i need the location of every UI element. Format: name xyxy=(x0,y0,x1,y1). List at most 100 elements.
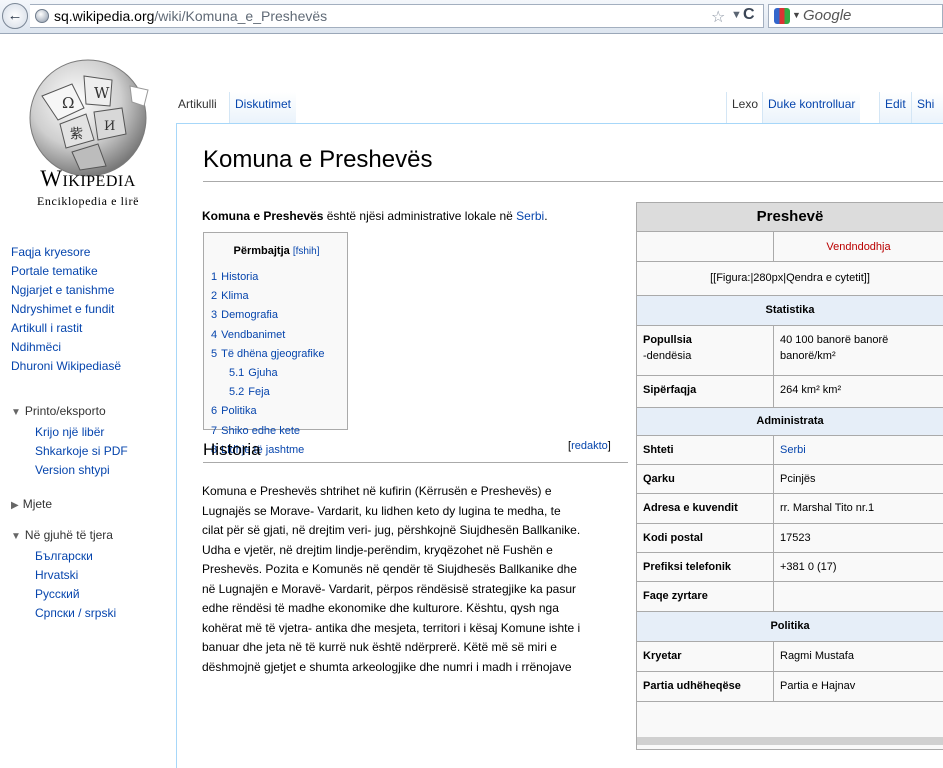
tab-edit[interactable]: Edit xyxy=(879,92,911,123)
infobox-row-mayor: Kryetar Ragmi Mustafa xyxy=(637,641,943,671)
nav-item-download-pdf[interactable]: Shkarkoje si PDF xyxy=(35,442,128,461)
address-label: Adresa e kuvendit xyxy=(643,502,738,514)
toc-title: Përmbajtja [fshih] xyxy=(233,245,320,257)
nav-item-donate[interactable]: Dhuroni Wikipediasë xyxy=(11,357,121,376)
chevron-down-icon: ▼ xyxy=(11,531,21,542)
language-link-serbian[interactable]: Српски / srpski xyxy=(35,604,116,623)
infobox: Preshevë Vendndodhja [[Figura:|280px|Qen… xyxy=(636,202,943,750)
tab-discussion[interactable]: Diskutimet xyxy=(229,92,297,123)
svg-text:紫: 紫 xyxy=(70,127,83,142)
lead-text: është njësi administrative lokale në xyxy=(323,209,517,223)
paragraph-line: kohërat më të vjetra- antika dhe mesjeta… xyxy=(202,620,581,635)
website-label: Faqe zyrtare xyxy=(643,590,708,602)
infobox-row-party: Partia udhëheqëse Partia e Hajnav xyxy=(637,671,943,701)
search-input[interactable]: ▼ Google xyxy=(768,4,943,28)
location-map-link[interactable]: Vendndodhja xyxy=(773,232,943,261)
toc-item[interactable]: 5.2 Feja xyxy=(211,383,324,402)
postal-code-value: 17523 xyxy=(773,524,943,552)
infobox-row-address: Adresa e kuvendit rr. Marshal Tito nr.1 xyxy=(637,493,943,523)
nav-item-portals[interactable]: Portale tematike xyxy=(11,262,121,281)
lead-bold-subject: Komuna e Preshevës xyxy=(202,209,324,223)
dropdown-arrow-icon[interactable]: ▼ xyxy=(731,9,742,21)
toc-item[interactable]: 4 Vendbanimet xyxy=(211,326,324,345)
url-text[interactable]: sq.wikipedia.org/wiki/Komuna_e_Preshevës xyxy=(54,8,327,24)
nav-item-current-events[interactable]: Ngjarjet e tanishme xyxy=(11,281,121,300)
toc-item-label: Shiko edhe kete xyxy=(221,424,301,437)
toc-item-label: Të dhëna gjeografike xyxy=(221,347,325,360)
toc-item[interactable]: 2 Klima xyxy=(211,287,324,306)
page-title: Komuna e Preshevës xyxy=(203,146,433,173)
nav-item-help[interactable]: Ndihmëci xyxy=(11,338,121,357)
infobox-row-population: Popullsia -dendësia 40 100 banorë banorë b… xyxy=(637,325,943,375)
population-value: 40 100 banorë banorë banorë/km² xyxy=(773,326,943,375)
paragraph-line: banuar dhe jeta në të kurrë nuk është nd… xyxy=(202,640,557,654)
page-tabs: Artikulli Diskutimet Lexo Duke kontrollu… xyxy=(176,92,943,124)
svg-text:И: И xyxy=(104,119,115,134)
chevron-down-icon: ▼ xyxy=(11,407,21,418)
infobox-row-district: Qarku Pcinjës xyxy=(637,464,943,493)
table-of-contents: Përmbajtja [fshih] 1 Historia 2 Klima 3 Demog… xyxy=(203,232,348,456)
article-content: Komuna e Preshevës Komuna e Preshevës ës… xyxy=(176,124,943,768)
phone-prefix-value: +381 0 (17) xyxy=(773,553,943,581)
infobox-row-phone-prefix: Prefiksi telefonik +381 0 (17) xyxy=(637,552,943,581)
toc-item-label: Feja xyxy=(248,386,270,399)
nav-item-main-page[interactable]: Faqja kryesore xyxy=(11,243,121,262)
toc-item[interactable]: 3 Demografia xyxy=(211,306,324,325)
language-link-bulgarian[interactable]: Български xyxy=(35,547,116,566)
toc-toggle[interactable]: [fshih] xyxy=(293,246,320,257)
wikipedia-wordmark: Wikipedia xyxy=(40,166,136,191)
print-export-heading[interactable]: ▼ Printo/eksporto xyxy=(11,404,106,418)
lead-paragraph: Komuna e Preshevës është njësi administr… xyxy=(202,208,548,225)
site-identity-icon[interactable] xyxy=(35,9,49,23)
nav-item-printable-version[interactable]: Version shtypi xyxy=(35,461,128,480)
toc-item[interactable]: 5.1 Gjuha xyxy=(211,364,324,383)
tab-more[interactable]: Shi xyxy=(911,92,943,123)
nav-item-create-book[interactable]: Krijo një libër xyxy=(35,423,128,442)
nav-item-random-article[interactable]: Artikull i rastit xyxy=(11,319,121,338)
bookmark-star-icon[interactable]: ☆ xyxy=(711,7,725,27)
toc-item-label: Historia xyxy=(221,271,259,283)
toc-item[interactable]: 1 Historia xyxy=(211,268,324,287)
address-value: rr. Marshal Tito nr.1 xyxy=(773,494,943,523)
toc-item[interactable]: 5 Të dhëna gjeografike xyxy=(211,345,324,364)
population-label: Popullsia -dendësia xyxy=(643,334,692,362)
tab-article[interactable]: Artikulli xyxy=(176,92,222,123)
phone-prefix-label: Prefiksi telefonik xyxy=(643,561,732,573)
state-label: Shteti xyxy=(643,444,674,456)
toc-item-label: Vendbanimet xyxy=(221,328,286,341)
paragraph-line: edhe rëndësi të madhe ekonomike dhe kult… xyxy=(202,601,559,615)
toc-item-number: 2 xyxy=(211,290,218,303)
section-edit-link[interactable]: [redakto] xyxy=(568,440,611,452)
infobox-figure: [[Figura:|280px|Qendra e cytetit]] xyxy=(637,261,943,295)
search-engine-icon[interactable] xyxy=(774,8,790,24)
wikipedia-tagline: Enciklopedia e lirë xyxy=(36,194,140,208)
district-label: Qarku xyxy=(643,473,675,485)
infobox-section-statistics: Statistika xyxy=(637,295,943,325)
toc-item-label: Klima xyxy=(221,290,249,303)
languages-heading[interactable]: ▼ Në gjuhë të tjera xyxy=(11,528,113,542)
language-link-russian[interactable]: Русский xyxy=(35,585,116,604)
back-arrow-icon[interactable]: ← xyxy=(2,3,28,29)
language-link-croatian[interactable]: Hrvatski xyxy=(35,566,116,585)
lead-link-serbia[interactable]: Serbi xyxy=(516,209,544,223)
toc-item-number: 5.1 xyxy=(229,367,245,380)
url-bar[interactable]: sq.wikipedia.org/wiki/Komuna_e_Preshevës… xyxy=(30,4,764,28)
toc-item[interactable]: 7 Shiko edhe kete xyxy=(211,422,324,441)
tools-heading[interactable]: ▶ Mjete xyxy=(11,497,52,511)
section-heading-historia: Historia xyxy=(203,440,261,459)
tab-view-history[interactable]: Duke kontrolluar xyxy=(762,92,861,123)
tab-read[interactable]: Lexo xyxy=(726,92,764,123)
paragraph-line: në Lugnajën e Moravë- Vardarit, përpos r… xyxy=(202,581,576,596)
party-value: Partia e Hajnav xyxy=(773,672,943,701)
url-path: /wiki/Komuna_e_Preshevës xyxy=(154,8,328,24)
reload-icon[interactable]: C xyxy=(743,6,755,24)
state-link[interactable]: Serbi xyxy=(773,436,943,464)
chevron-down-icon[interactable]: ▼ xyxy=(792,10,801,20)
infobox-row-empty xyxy=(637,701,943,737)
nav-item-recent-changes[interactable]: Ndryshimet e fundit xyxy=(11,300,121,319)
lead-period: . xyxy=(544,209,548,223)
toc-item[interactable]: 6 Politika xyxy=(211,402,324,421)
paragraph-line: Komuna e Preshevës shtrihet në kufirin (… xyxy=(202,484,552,498)
infobox-row-state: Shteti Serbi xyxy=(637,435,943,464)
toc-item-number: 6 xyxy=(211,405,218,418)
